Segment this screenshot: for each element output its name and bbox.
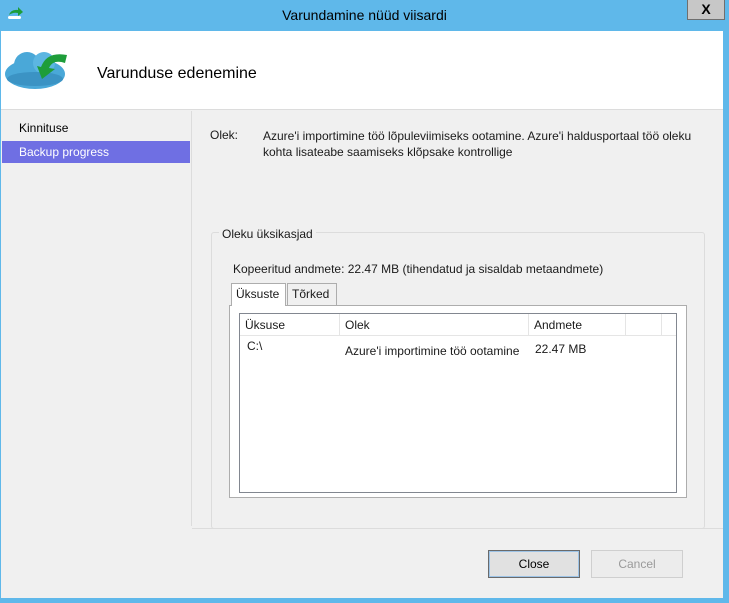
close-button[interactable]: Close [488, 550, 580, 578]
title-bar: Varundamine nüüd viisardi X [0, 0, 729, 31]
status-label: Olek: [210, 128, 239, 142]
list-item[interactable]: C:\ Azure'i importimine töö ootamine 22.… [240, 338, 676, 358]
status-message: Azure'i importimine töö lõpuleviimiseks … [263, 129, 692, 159]
column-header-item[interactable]: Üksuse [240, 314, 340, 336]
column-header-data[interactable]: Andmete [529, 314, 626, 336]
nav-item-kinnituse[interactable]: Kinnituse [2, 117, 190, 139]
button-bar: Close Cancel [192, 528, 723, 598]
group-title: Oleku üksikasjad [219, 227, 316, 241]
progress-content: Olek: Azure'i importimine töö lõpuleviim… [191, 111, 723, 529]
wizard-header: Varunduse edenemine [1, 31, 723, 110]
wizard-window: Varundamine nüüd viisardi X Varunduse ed… [0, 0, 729, 603]
item-data-size: 22.47 MB [535, 342, 587, 356]
copied-data-text: Kopeeritud andmete: 22.47 MB (tihendatud… [233, 262, 604, 276]
wizard-nav: Kinnituse Backup progress [1, 111, 191, 598]
nav-item-backup-progress[interactable]: Backup progress [2, 141, 190, 163]
column-header-empty [626, 314, 662, 336]
item-name: C:\ [247, 339, 263, 353]
status-details-group: Oleku üksikasjad Kopeeritud andmete: 22.… [211, 227, 705, 529]
items-list[interactable]: Üksuse Olek Andmete C:\ Azure'i importim… [239, 313, 677, 493]
window-title: Varundamine nüüd viisardi [282, 7, 447, 23]
item-status: Azure'i importimine töö ootamine [345, 344, 520, 358]
tab-items[interactable]: Üksuste [231, 283, 286, 306]
column-header-status[interactable]: Olek [340, 314, 529, 336]
cancel-button[interactable]: Cancel [591, 550, 683, 578]
dialog-client: Varunduse edenemine Kinnituse Backup pro… [1, 31, 723, 598]
tab-errors[interactable]: Tõrked [287, 283, 337, 305]
list-header: Üksuse Olek Andmete [240, 314, 676, 336]
close-window-button[interactable]: X [687, 0, 725, 20]
tab-panel: Üksuse Olek Andmete C:\ Azure'i importim… [229, 305, 687, 498]
page-title: Varunduse edenemine [97, 65, 257, 82]
cloud-backup-icon [5, 52, 67, 89]
